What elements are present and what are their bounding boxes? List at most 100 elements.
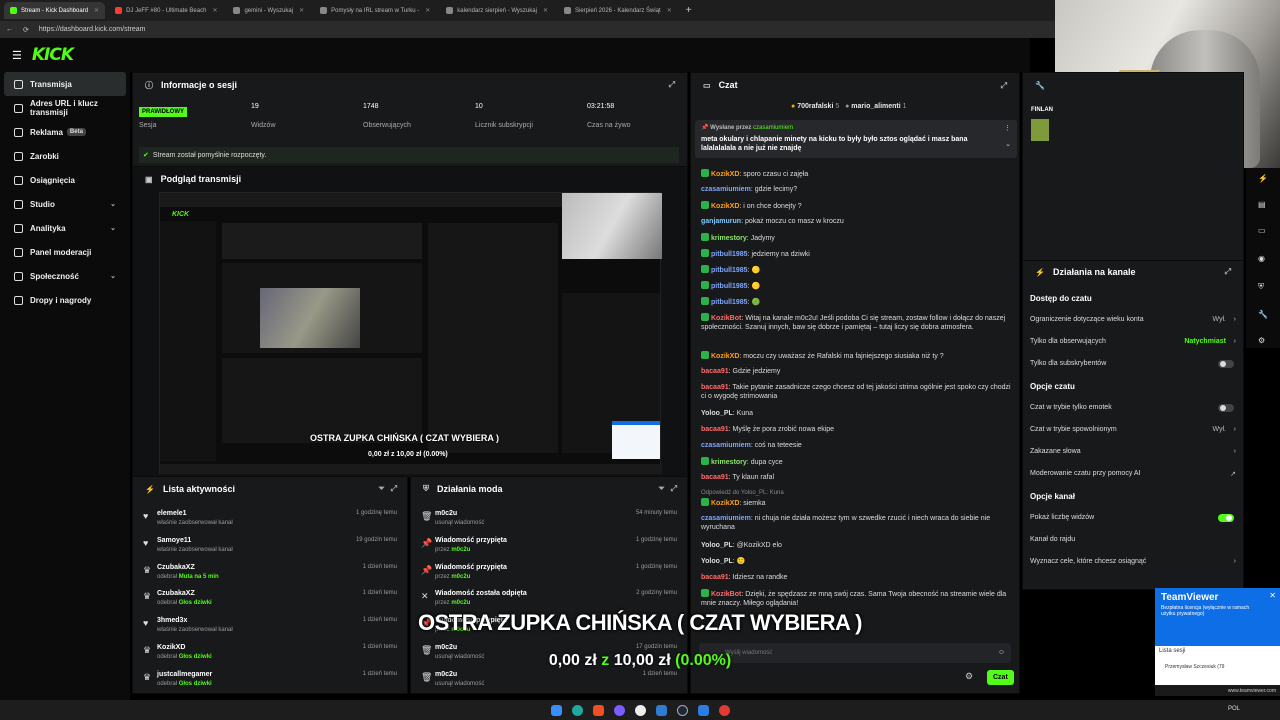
chat-message[interactable]: KozikBot: Witaj na kanale m0c2u! Jeśli p… — [701, 313, 1017, 332]
tab-close-icon[interactable]: ✕ — [94, 7, 99, 14]
steam-icon[interactable] — [676, 704, 688, 716]
rail-bolt-icon[interactable]: ⚡ — [1258, 174, 1268, 183]
channel-option[interactable]: Tylko dla obserwujących Natychmiast › — [1030, 338, 1240, 350]
chat-message[interactable]: ganjamurun: pokaż moczu co masz w kroczu — [701, 217, 1017, 226]
chat-message[interactable]: krimestory: Jadymy — [701, 233, 1017, 243]
chat-username[interactable]: Yoloo_PL — [701, 410, 733, 417]
chat-message[interactable]: Yoloo_PL: 🙂 — [701, 557, 1017, 566]
chat-username[interactable]: KozikXD — [711, 500, 739, 507]
menu-icon[interactable]: ☰ — [12, 49, 22, 62]
rail-shield-icon[interactable]: ⛨ — [1258, 282, 1264, 292]
chat-username[interactable]: czasamiumiem — [701, 442, 751, 449]
filter-icon[interactable]: ⏷ — [378, 484, 384, 494]
chat-username[interactable]: pitbull1985 — [711, 251, 748, 258]
browser-tab[interactable]: gemini - Wyszukaj ✕ — [227, 2, 310, 19]
tab-close-icon[interactable]: ✕ — [299, 7, 304, 14]
kick-logo[interactable]: KICK — [32, 45, 74, 65]
chevron-right-icon[interactable]: › — [1234, 316, 1236, 323]
channel-option[interactable]: Czat w trybie tylko emotek — [1030, 404, 1240, 416]
expand-icon[interactable]: ⤢ — [671, 484, 677, 494]
chat-username[interactable]: KozikBot — [711, 591, 741, 598]
chevron-right-icon[interactable]: › — [1234, 338, 1236, 345]
toggle-switch[interactable] — [1218, 404, 1234, 412]
refresh-icon[interactable]: ⟳ — [23, 26, 29, 34]
back-icon[interactable]: ← — [6, 26, 13, 33]
rail-tools-icon[interactable]: 🔧 — [1258, 310, 1268, 319]
item-name[interactable]: KozikXD — [157, 644, 185, 651]
chat-message[interactable]: bacaa91: Takie pytanie zasadnicze czego … — [701, 383, 1017, 401]
channel-option[interactable]: Kanał do rajdu — [1030, 536, 1240, 548]
chat-message[interactable]: bacaa91: Idziesz na randke — [701, 573, 1017, 582]
rail-panel-icon[interactable]: ▤ — [1258, 200, 1266, 209]
close-icon[interactable]: ✕ — [1269, 591, 1276, 600]
chat-message[interactable]: KozikXD: sporo czasu ci zajęła — [701, 169, 1017, 179]
item-name[interactable]: CzubakaXZ — [157, 564, 195, 571]
browser-tab[interactable]: kalendarz sierpień - Wyszukaj ✕ — [440, 2, 554, 19]
chat-username[interactable]: krimestory — [711, 459, 747, 466]
sidebar-item[interactable]: Dropy i nagrody — [0, 288, 130, 312]
chat-username[interactable]: Yoloo_PL — [701, 558, 733, 565]
toggle-switch[interactable] — [1218, 514, 1234, 522]
rail-record-icon[interactable]: ◉ — [1258, 254, 1265, 263]
chat-message[interactable]: czasamiumiem: ni chuja nie działa możesz… — [701, 514, 1017, 532]
chat-username[interactable]: Yoloo_PL — [701, 542, 733, 549]
chat-username[interactable]: bacaa91 — [701, 368, 729, 375]
item-name[interactable]: justcallmegamer — [157, 671, 212, 678]
chat-message[interactable]: KozikXD: i on chce donejty ? — [701, 201, 1017, 211]
emoji-icon[interactable]: ☺ — [998, 648, 1005, 657]
chat-username[interactable]: pitbull1985 — [711, 283, 748, 290]
external-link-icon[interactable]: ↗ — [1230, 470, 1236, 478]
channel-option[interactable]: Pokaż liczbę widzów — [1030, 514, 1240, 526]
channel-option[interactable]: Wyznacz cele, które chcesz osiągnąć › — [1030, 558, 1240, 570]
chat-username[interactable]: KozikXD — [711, 353, 739, 360]
channel-option[interactable]: Ograniczenie dotyczące wieku konta Wył. › — [1030, 316, 1240, 328]
expand-icon[interactable]: ⤢ — [1225, 267, 1231, 277]
browser-tab[interactable]: Stream - Kick Dashboard ✕ — [4, 2, 106, 19]
tab-close-icon[interactable]: ✕ — [667, 7, 672, 14]
chevron-right-icon[interactable]: › — [1234, 558, 1236, 565]
rail-chat-icon[interactable]: ▭ — [1258, 226, 1266, 235]
address-bar[interactable]: ← ⟳ https://dashboard.kick.com/stream — [0, 21, 1055, 38]
sidebar-item[interactable]: Panel moderacji — [0, 240, 130, 264]
new-tab-button[interactable]: + — [686, 5, 692, 16]
chat-message[interactable]: pitbull1985: 🟢 — [701, 297, 1017, 307]
chat-message[interactable]: Yoloo_PL: @KozikXD elo — [701, 541, 1017, 550]
item-name[interactable]: CzubakaXZ — [157, 590, 195, 597]
settings-gear-icon[interactable]: ⚙ — [965, 672, 973, 681]
sidebar-item[interactable]: Zarobki — [0, 144, 130, 168]
chat-username[interactable]: bacaa91 — [701, 474, 729, 481]
chat-message[interactable]: czasamiumiem: gdzie lecimy? — [701, 185, 1017, 194]
toggle-switch[interactable] — [1218, 360, 1234, 368]
chat-message[interactable]: KozikXD: siemka — [701, 498, 1017, 508]
expand-icon[interactable]: ⤢ — [669, 80, 675, 90]
start-icon[interactable] — [550, 704, 562, 716]
chat-message[interactable]: KozikBot: Dzięki, że spędzasz ze mną swó… — [701, 589, 1017, 608]
chat-username[interactable]: pitbull1985 — [711, 299, 748, 306]
browser-tab[interactable]: Pomysły na IRL stream w Turku - ✕ — [314, 2, 436, 19]
chat-message[interactable]: KozikXD: moczu czy uważasz że Rafalski m… — [701, 350, 1017, 361]
sidebar-item[interactable]: Osiągnięcia — [0, 168, 130, 192]
obs-icon[interactable] — [634, 704, 646, 716]
chat-message[interactable]: bacaa91: Myślę że pora zrobić nowa ekipe — [701, 425, 1017, 434]
item-name[interactable]: Samoye11 — [157, 537, 191, 544]
expand-icon[interactable]: ⤢ — [391, 484, 397, 494]
chat-username[interactable]: bacaa91 — [701, 574, 729, 581]
chevron-down-icon[interactable]: ⌄ — [1005, 140, 1011, 149]
language-indicator[interactable]: POL — [1228, 706, 1240, 712]
brave-icon[interactable] — [592, 704, 604, 716]
item-name[interactable]: m0c2u — [435, 510, 457, 517]
item-name[interactable]: Wiadomość przypięta — [435, 564, 507, 571]
chat-message[interactable]: pitbull1985: 🟡 — [701, 281, 1017, 291]
chat-username[interactable]: pitbull1985 — [711, 267, 748, 274]
sidebar-item[interactable]: Studio ⌄ — [0, 192, 130, 216]
chat-username[interactable]: KozikXD — [711, 171, 739, 178]
chat-username[interactable]: bacaa91 — [701, 426, 729, 433]
chat-username[interactable]: KozikXD — [711, 203, 739, 210]
channel-option[interactable]: Tylko dla subskrybentów — [1030, 360, 1240, 372]
more-icon[interactable]: ⋮ — [1004, 124, 1011, 133]
chat-username[interactable]: czasamiumiem — [701, 186, 751, 193]
chat-username[interactable]: KozikBot — [711, 315, 741, 322]
chat-message[interactable]: bacaa91: Ty klaun rafal — [701, 473, 1017, 482]
chat-message[interactable]: bacaa91: Gdzie jedziemy — [701, 367, 1017, 376]
tab-close-icon[interactable]: ✕ — [212, 7, 217, 14]
